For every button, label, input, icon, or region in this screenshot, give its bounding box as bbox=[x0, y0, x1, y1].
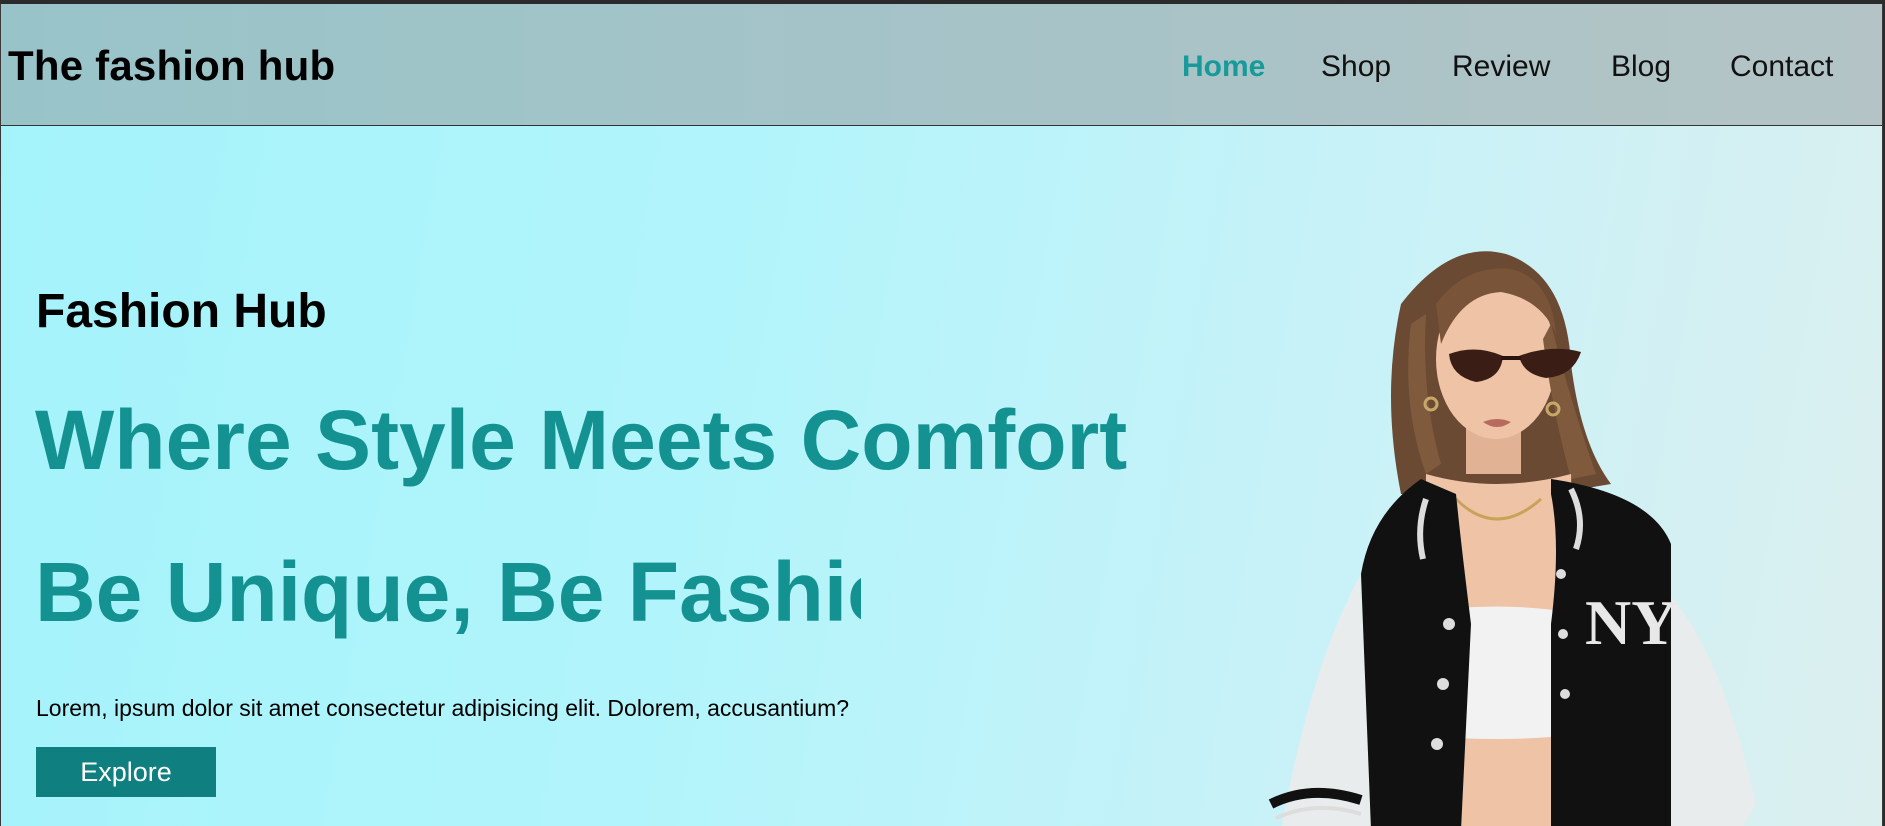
navbar: The fashion hub Home Shop Review Blog Co… bbox=[1, 4, 1882, 126]
nav-link-home[interactable]: Home bbox=[1182, 50, 1265, 84]
hero-headline: Where Style Meets Comfort bbox=[35, 393, 1128, 487]
hero-subheadline-wrapper: Be Unique, Be Fashionable bbox=[35, 544, 861, 644]
page-frame: The fashion hub Home Shop Review Blog Co… bbox=[0, 4, 1883, 826]
explore-button[interactable]: Explore bbox=[36, 747, 216, 797]
ny-logo-text: NY bbox=[1585, 587, 1677, 658]
hero-description: Lorem, ipsum dolor sit amet consectetur … bbox=[36, 695, 850, 721]
hero-kicker: Fashion Hub bbox=[36, 285, 327, 338]
nav-link-contact[interactable]: Contact bbox=[1730, 50, 1833, 84]
nav-link-review[interactable]: Review bbox=[1452, 50, 1550, 84]
hero-subheadline: Be Unique, Be Fashionable bbox=[35, 545, 861, 639]
fashion-model-image: NY bbox=[1268, 251, 1756, 826]
brand-logo-text[interactable]: The fashion hub bbox=[8, 42, 335, 90]
nav-link-blog[interactable]: Blog bbox=[1611, 50, 1671, 84]
nav-link-shop[interactable]: Shop bbox=[1321, 50, 1391, 84]
